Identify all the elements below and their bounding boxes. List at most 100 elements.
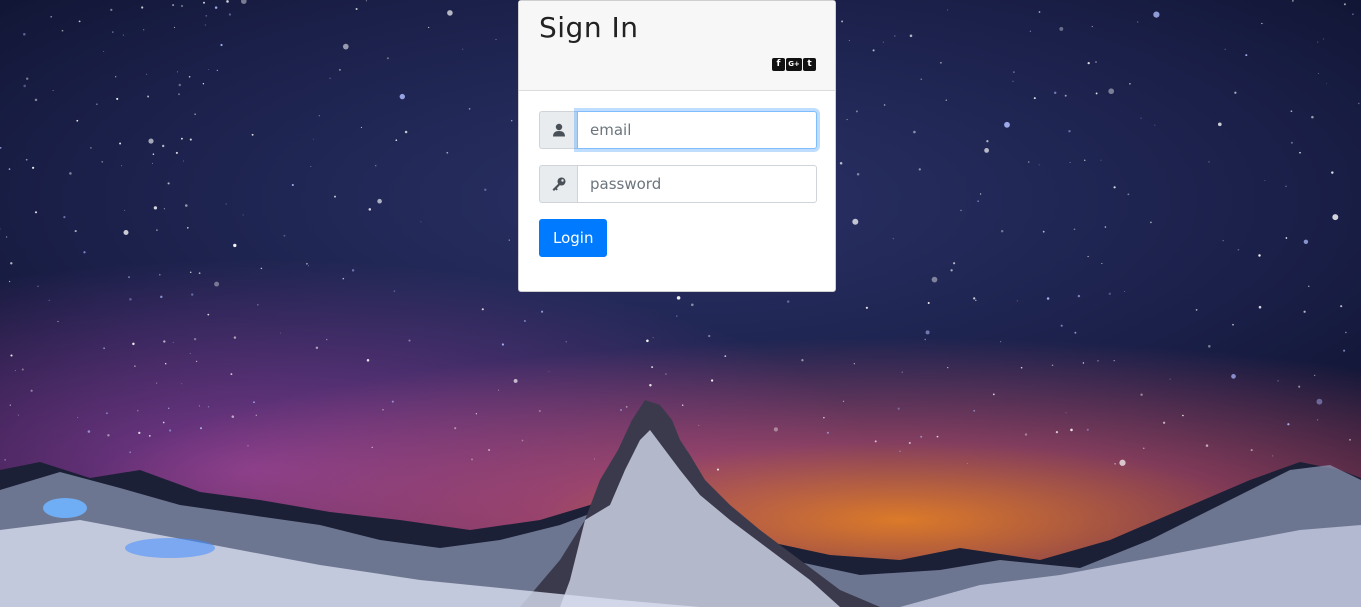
- star: [251, 133, 254, 136]
- star: [173, 26, 176, 28]
- star: [495, 39, 497, 41]
- star: [214, 281, 220, 287]
- star: [665, 373, 667, 375]
- star: [176, 71, 179, 73]
- star: [342, 277, 345, 280]
- star: [447, 10, 453, 16]
- star: [207, 69, 209, 70]
- star: [366, 359, 370, 362]
- star: [241, 0, 247, 4]
- star: [1020, 366, 1023, 369]
- star: [146, 73, 148, 75]
- login-button[interactable]: Login: [539, 219, 608, 257]
- star: [74, 230, 77, 233]
- star: [708, 334, 711, 338]
- star: [1314, 374, 1316, 377]
- star: [172, 4, 175, 7]
- star: [908, 441, 911, 445]
- twitter-icon[interactable]: t: [803, 58, 816, 71]
- star: [129, 451, 132, 454]
- star: [121, 165, 123, 167]
- star: [894, 35, 896, 37]
- star: [846, 119, 848, 121]
- star: [143, 29, 145, 31]
- star: [947, 9, 949, 11]
- star: [698, 424, 700, 426]
- blue-light-glow: [43, 498, 87, 518]
- star: [565, 341, 567, 343]
- star: [21, 368, 24, 371]
- star: [124, 209, 126, 211]
- star: [226, 0, 229, 3]
- star: [1038, 164, 1040, 166]
- star: [1101, 263, 1103, 264]
- star: [1123, 291, 1125, 293]
- star: [1232, 323, 1234, 326]
- star: [841, 20, 844, 23]
- facebook-icon[interactable]: f: [772, 58, 785, 71]
- star: [1340, 305, 1343, 308]
- star: [1285, 237, 1288, 239]
- star: [48, 299, 50, 301]
- star: [167, 182, 170, 185]
- star: [918, 168, 921, 171]
- star: [172, 341, 174, 343]
- card-body: Login: [519, 91, 835, 257]
- star: [986, 140, 989, 143]
- star: [1027, 161, 1030, 163]
- star: [842, 400, 845, 402]
- star: [920, 435, 923, 438]
- star: [189, 138, 192, 141]
- star: [501, 343, 504, 346]
- star: [1108, 292, 1111, 295]
- star: [291, 183, 294, 187]
- star: [153, 206, 158, 210]
- star: [1070, 428, 1073, 432]
- star: [1331, 171, 1334, 174]
- star: [513, 378, 518, 383]
- star: [161, 144, 165, 148]
- star: [1290, 141, 1293, 144]
- star: [391, 400, 394, 403]
- star: [1060, 324, 1063, 327]
- star: [620, 409, 622, 411]
- star: [185, 204, 188, 207]
- star: [132, 342, 135, 346]
- star: [924, 338, 926, 341]
- star: [52, 90, 54, 92]
- star: [882, 41, 884, 43]
- star: [180, 4, 184, 8]
- password-input[interactable]: [577, 165, 817, 203]
- star: [205, 14, 208, 17]
- star: [848, 40, 850, 42]
- star: [169, 429, 172, 432]
- star: [1287, 423, 1290, 426]
- star: [231, 415, 235, 418]
- email-input-group: [539, 111, 817, 149]
- star: [10, 262, 13, 265]
- star: [152, 153, 155, 155]
- star: [408, 339, 411, 342]
- email-input[interactable]: [577, 111, 817, 149]
- star: [454, 427, 457, 430]
- star: [160, 295, 163, 299]
- star: [1142, 447, 1145, 450]
- star: [1000, 341, 1002, 343]
- star: [116, 97, 119, 100]
- star: [1113, 359, 1115, 362]
- star: [1343, 3, 1346, 6]
- star: [148, 138, 154, 144]
- star: [508, 239, 510, 241]
- star: [156, 382, 158, 384]
- star: [159, 273, 161, 276]
- blue-light-trail: [125, 538, 215, 558]
- star: [945, 99, 948, 101]
- star: [310, 165, 312, 168]
- star: [1245, 54, 1248, 57]
- star: [913, 130, 916, 134]
- star: [164, 362, 167, 365]
- star: [87, 430, 91, 433]
- star: [14, 370, 16, 372]
- star: [204, 24, 206, 26]
- google-plus-icon[interactable]: G+: [786, 58, 802, 71]
